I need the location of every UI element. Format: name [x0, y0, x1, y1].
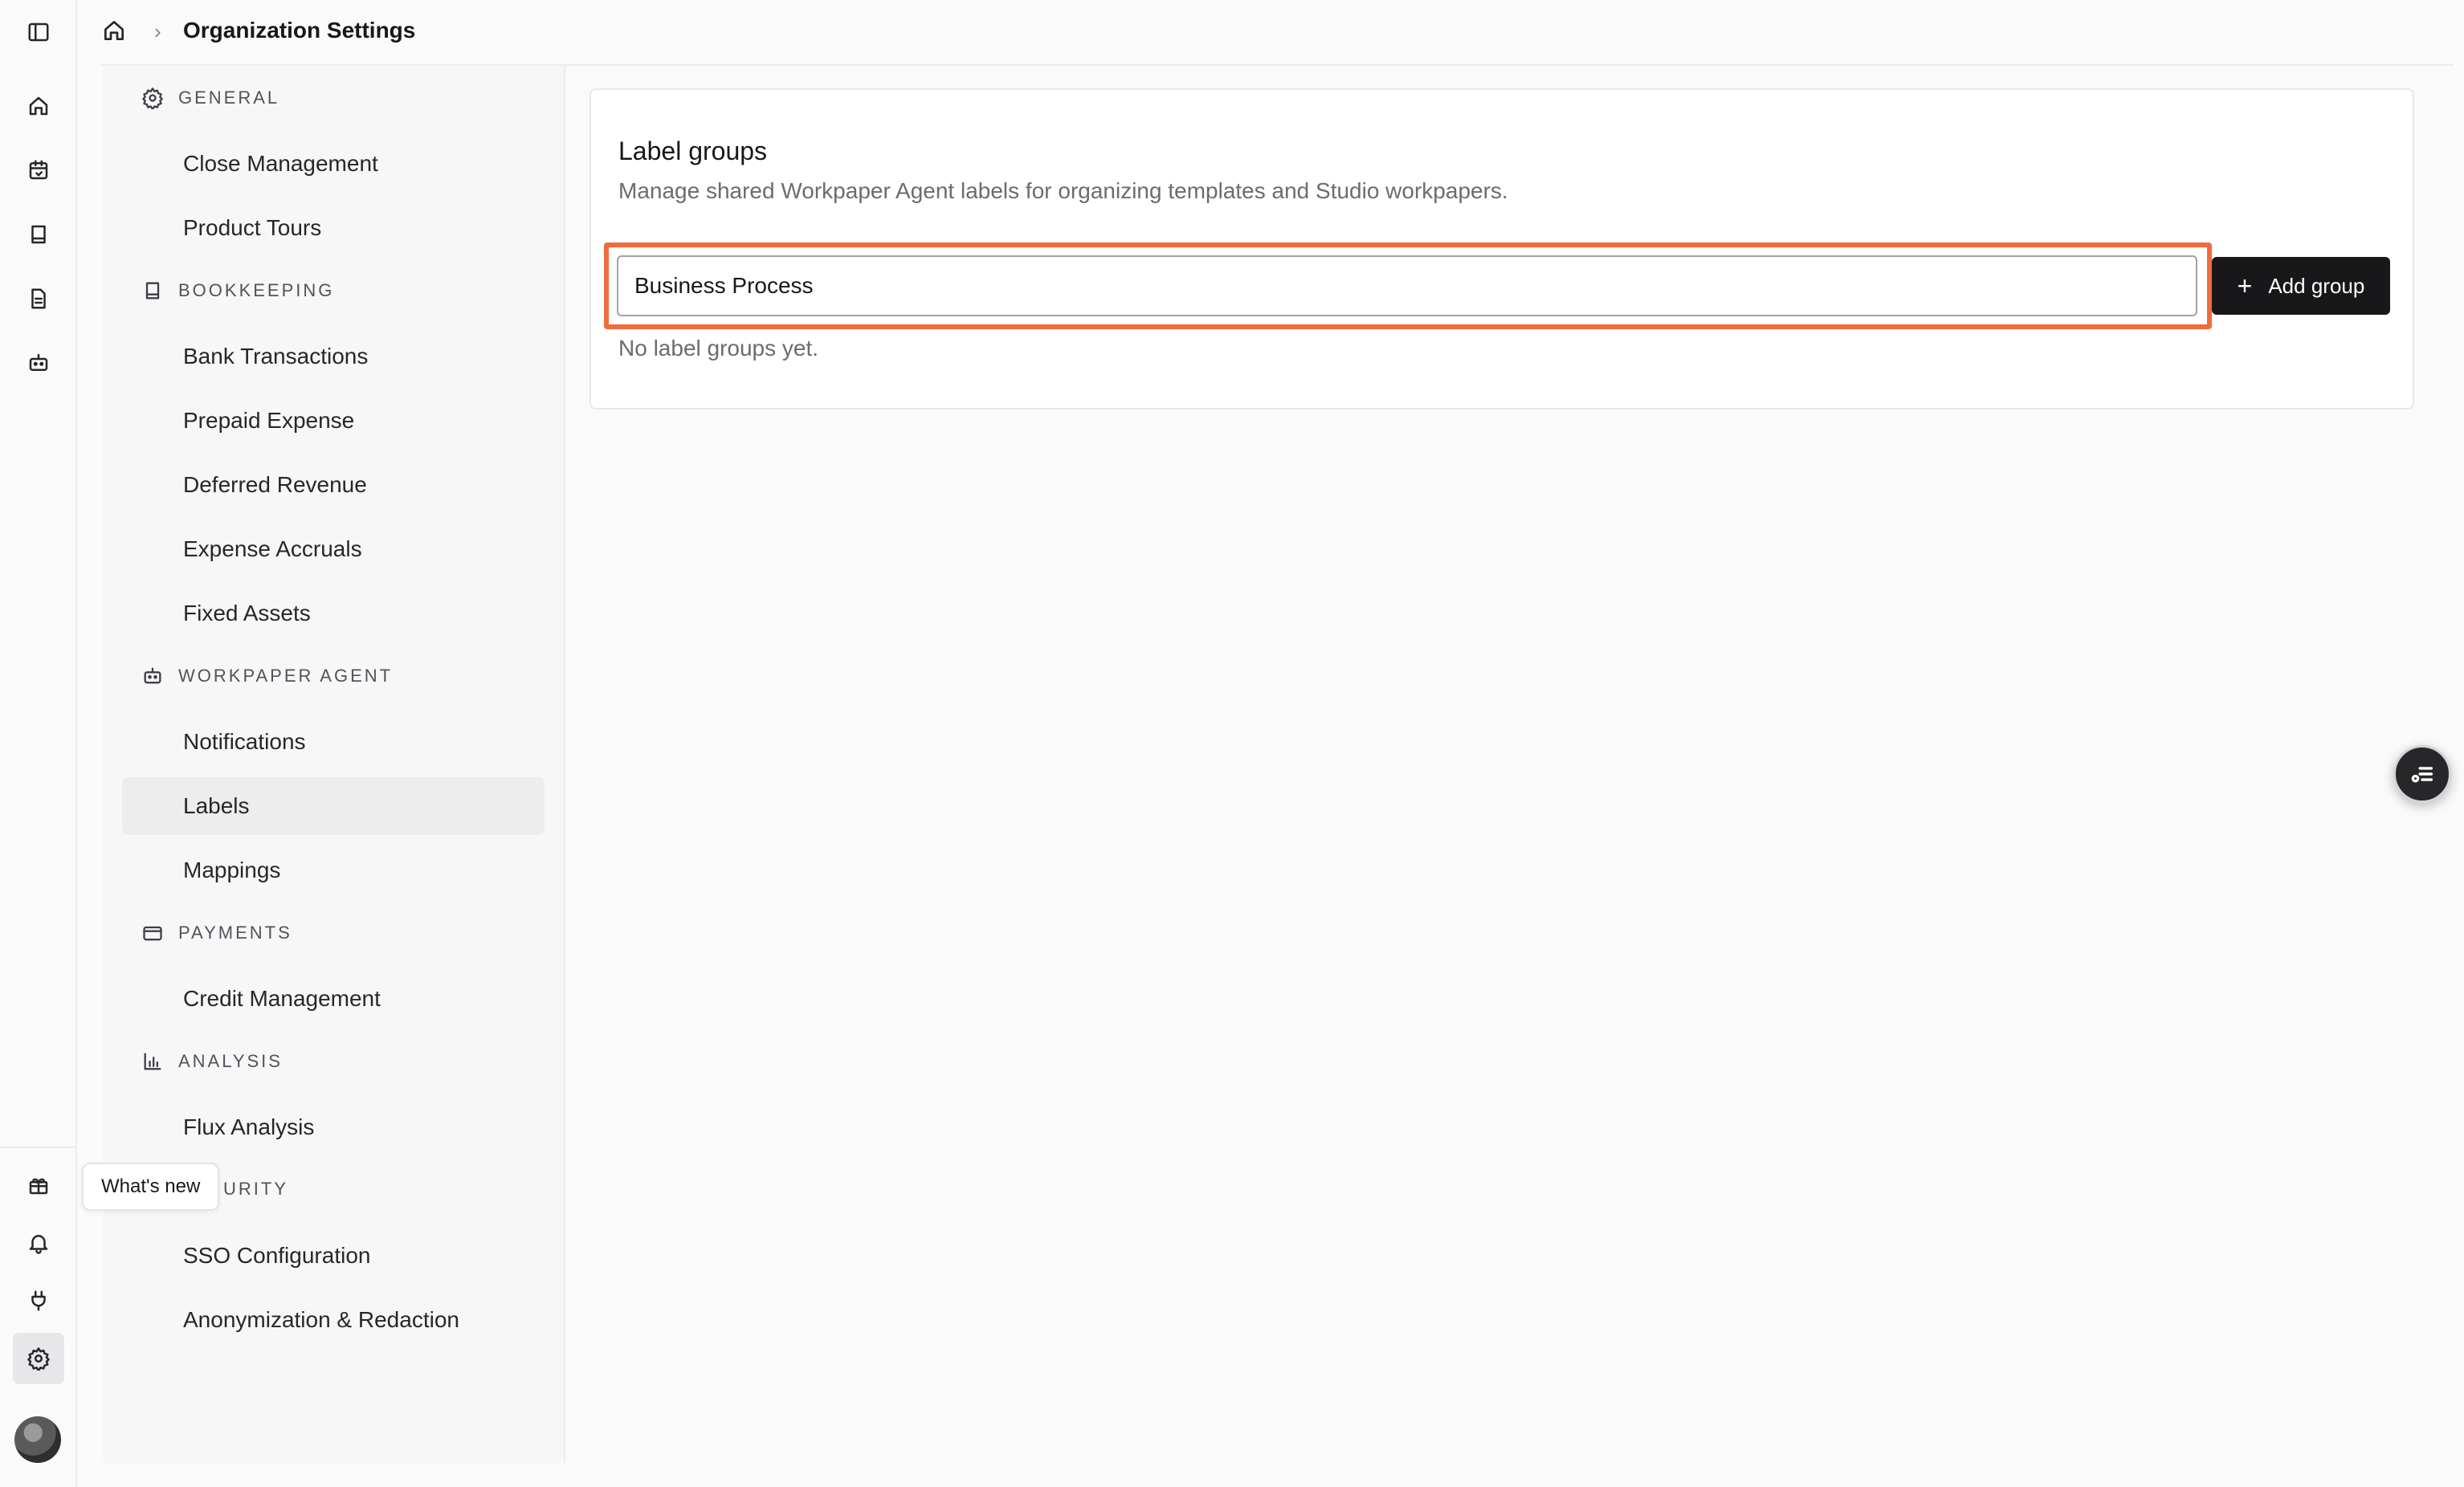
section-label: ANALYSIS [178, 1051, 283, 1071]
add-group-button[interactable]: + Add group [2212, 257, 2390, 315]
label-group-input[interactable] [617, 255, 2197, 316]
sidebar-toggle-icon[interactable] [13, 6, 64, 58]
floating-menu-button[interactable] [2393, 745, 2451, 803]
section-label: BOOKKEEPING [178, 280, 335, 300]
nav-item-expense-accruals[interactable]: Expense Accruals [122, 520, 545, 578]
section-label: GENERAL [178, 88, 280, 108]
nav-item-credit-management[interactable]: Credit Management [122, 970, 545, 1028]
add-group-label: Add group [2268, 273, 2365, 298]
empty-state-message: No label groups yet. [618, 336, 819, 361]
plus-icon: + [2237, 271, 2253, 300]
credit-card-icon [143, 926, 162, 941]
card-title: Label groups [618, 136, 768, 165]
nav-item-fixed-assets[interactable]: Fixed Assets [122, 585, 545, 642]
nav-item-notifications[interactable]: Notifications [122, 713, 545, 771]
label-groups-card: Label groups Manage shared Workpaper Age… [589, 88, 2414, 409]
calendar-check-icon[interactable] [13, 145, 64, 196]
user-avatar[interactable] [14, 1416, 61, 1463]
settings-gear-icon[interactable] [13, 1333, 64, 1384]
card-description: Manage shared Workpaper Agent labels for… [618, 178, 1508, 203]
whats-new-tooltip: What's new [82, 1163, 220, 1211]
breadcrumb-home-icon[interactable] [101, 18, 130, 47]
bell-icon[interactable] [13, 1217, 64, 1269]
nav-item-deferred-revenue[interactable]: Deferred Revenue [122, 456, 545, 514]
section-security: URITY [223, 1179, 288, 1200]
bot-icon [144, 667, 161, 684]
plug-icon[interactable] [13, 1275, 64, 1326]
nav-item-close-management[interactable]: Close Management [122, 135, 545, 193]
nav-item-mappings[interactable]: Mappings [122, 841, 545, 899]
bot-icon[interactable] [13, 337, 64, 389]
chevron-right-icon: › [154, 19, 161, 43]
nav-item-bank-transactions[interactable]: Bank Transactions [122, 328, 545, 385]
nav-item-sso-configuration[interactable]: SSO Configuration [122, 1227, 545, 1285]
book-icon[interactable] [13, 209, 64, 260]
nav-item-labels[interactable]: Labels [122, 777, 545, 835]
gear-icon [142, 88, 163, 109]
section-label: URITY [223, 1179, 288, 1199]
nav-item-flux-analysis[interactable]: Flux Analysis [122, 1098, 545, 1156]
home-icon[interactable] [13, 80, 64, 132]
section-label: WORKPAPER AGENT [178, 666, 394, 686]
book-icon [145, 282, 160, 299]
gift-icon[interactable] [13, 1159, 64, 1211]
section-label: PAYMENTS [178, 923, 292, 943]
list-settings-icon [2411, 767, 2433, 783]
bar-chart-icon [144, 1053, 161, 1070]
section-general: GENERAL [141, 87, 279, 109]
page-title: Organization Settings [183, 18, 416, 43]
breadcrumb: › Organization Settings [77, 0, 2464, 66]
section-workpaper-agent: WORKPAPER AGENT [141, 665, 393, 687]
nav-item-product-tours[interactable]: Product Tours [122, 199, 545, 257]
section-analysis: ANALYSIS [141, 1050, 283, 1073]
rail-divider [0, 1147, 77, 1148]
section-bookkeeping: BOOKKEEPING [141, 279, 334, 302]
nav-item-prepaid-expense[interactable]: Prepaid Expense [122, 392, 545, 450]
icon-rail [0, 0, 77, 1487]
document-icon[interactable] [13, 273, 64, 324]
settings-sidebar: GENERAL Close Management Product Tours B… [103, 66, 565, 1463]
section-payments: PAYMENTS [141, 922, 292, 944]
nav-item-anonymization-redaction[interactable]: Anonymization & Redaction [122, 1291, 545, 1349]
